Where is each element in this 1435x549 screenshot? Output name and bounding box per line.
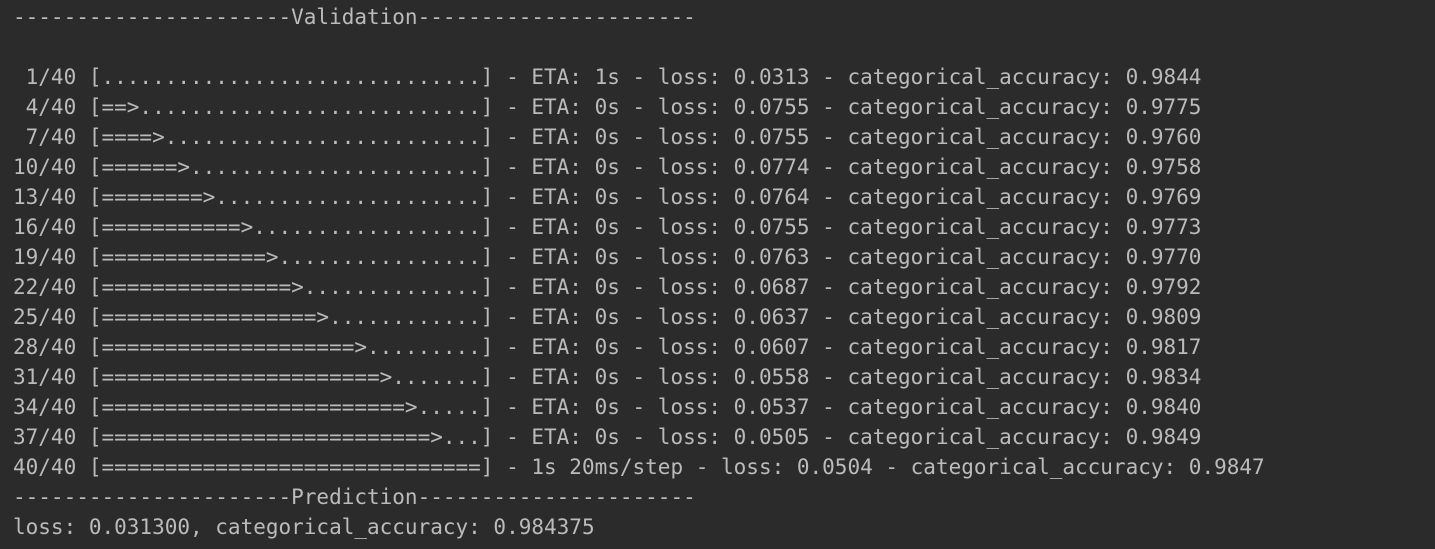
prediction-header: ----------------------Prediction--------… bbox=[13, 485, 696, 509]
progress-line: 1/40 [..............................] - … bbox=[13, 65, 1202, 89]
progress-line: 31/40 [======================>.......] -… bbox=[13, 365, 1202, 389]
progress-line: 13/40 [========>.....................] -… bbox=[13, 185, 1202, 209]
progress-line: 19/40 [=============>................] -… bbox=[13, 245, 1202, 269]
validation-header: ----------------------Validation--------… bbox=[13, 5, 696, 29]
progress-line: 22/40 [===============>..............] -… bbox=[13, 275, 1202, 299]
prediction-result: loss: 0.031300, categorical_accuracy: 0.… bbox=[13, 515, 595, 539]
progress-line: 28/40 [====================>.........] -… bbox=[13, 335, 1202, 359]
progress-line: 37/40 [==========================>...] -… bbox=[13, 425, 1202, 449]
progress-line: 34/40 [========================>.....] -… bbox=[13, 395, 1202, 419]
progress-line: 10/40 [======>.......................] -… bbox=[13, 155, 1202, 179]
progress-line: 25/40 [=================>............] -… bbox=[13, 305, 1202, 329]
progress-line: 7/40 [====>.........................] - … bbox=[13, 125, 1202, 149]
progress-log: 1/40 [..............................] - … bbox=[13, 62, 1435, 482]
console-output[interactable]: ----------------------Validation--------… bbox=[0, 0, 1435, 549]
progress-line: 40/40 [==============================] -… bbox=[13, 455, 1265, 479]
progress-line: 16/40 [===========>..................] -… bbox=[13, 215, 1202, 239]
progress-line: 4/40 [==>...........................] - … bbox=[13, 95, 1202, 119]
